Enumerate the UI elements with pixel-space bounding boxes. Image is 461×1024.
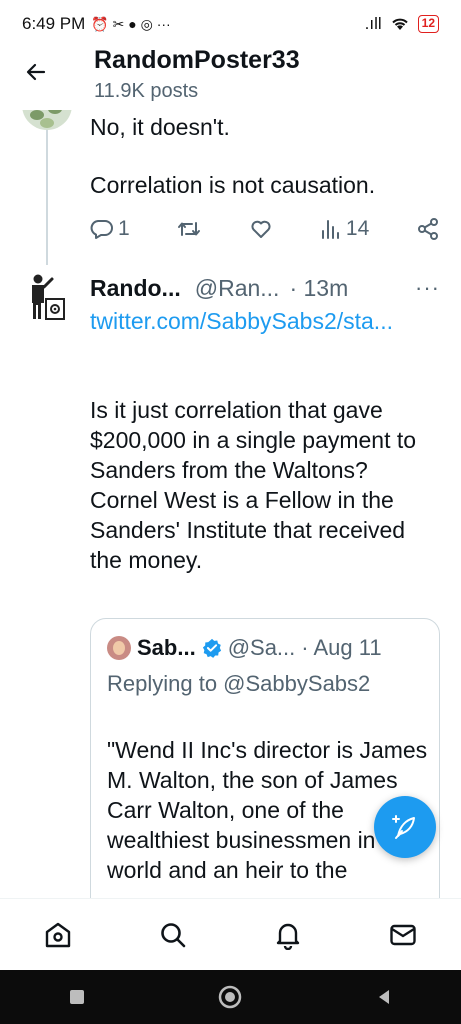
post-count: 11.9K posts bbox=[94, 80, 199, 102]
retweet-icon bbox=[178, 222, 201, 236]
quoted-tweet[interactable]: Sab... @Sa... · Aug 11 Replying to @Sabb… bbox=[90, 618, 440, 938]
reply-count: 1 bbox=[118, 217, 130, 240]
quoted-timestamp: · Aug 11 bbox=[301, 635, 382, 660]
replying-to: Replying to @SabbySabs2 bbox=[107, 671, 371, 696]
reply-icon bbox=[90, 220, 113, 239]
quoted-author-name: Sab... bbox=[137, 635, 196, 660]
retweet-button[interactable] bbox=[176, 217, 202, 241]
tweet-header: Rando... @Ran... · 13m ··· bbox=[90, 273, 440, 303]
compose-icon bbox=[392, 815, 415, 839]
profile-header: RandomPoster33 11.9K posts bbox=[0, 40, 461, 110]
circle-icon bbox=[219, 985, 242, 1009]
nav-search[interactable] bbox=[153, 915, 193, 955]
tweet-link[interactable]: twitter.com/SabbySabs2/sta... bbox=[90, 306, 440, 336]
signal-icon: .ıll bbox=[364, 14, 382, 33]
thread-connector bbox=[46, 110, 48, 265]
compose-button[interactable] bbox=[374, 796, 436, 858]
search-icon bbox=[161, 922, 186, 947]
views-icon bbox=[321, 220, 339, 239]
battery-indicator: 12 bbox=[417, 15, 439, 33]
previous-tweet-text[interactable]: No, it doesn't. Correlation is not causa… bbox=[90, 112, 440, 201]
views-count: 14 bbox=[345, 217, 370, 240]
tweet-text: Is it just correlation that gave $200,00… bbox=[90, 397, 417, 573]
status-left: 6:49 PM ⏰ ✂ ● ◎ ··· bbox=[22, 14, 171, 34]
status-time: 6:49 PM bbox=[22, 14, 86, 33]
home-icon bbox=[45, 922, 70, 947]
status-right: .ıll 12 bbox=[365, 14, 439, 34]
tweet-timestamp[interactable]: · 13m bbox=[289, 275, 348, 302]
nav-notifications[interactable] bbox=[268, 915, 308, 955]
home-system-button[interactable] bbox=[215, 982, 245, 1012]
verified-badge-icon bbox=[202, 638, 221, 658]
tweet-line: Correlation is not causation. bbox=[90, 172, 376, 198]
like-button[interactable] bbox=[249, 217, 273, 241]
page-title: RandomPoster33 bbox=[94, 46, 300, 74]
mail-icon bbox=[390, 924, 417, 945]
views-button[interactable]: 14 bbox=[320, 217, 369, 241]
share-button[interactable] bbox=[416, 217, 440, 241]
tweet-line: No, it doesn't. bbox=[90, 114, 230, 140]
reply-button[interactable]: 1 bbox=[90, 217, 130, 241]
recents-button[interactable] bbox=[62, 982, 92, 1012]
author-name[interactable]: Rando... bbox=[90, 275, 181, 302]
system-nav-bar bbox=[0, 970, 461, 1024]
more-options-button[interactable]: ··· bbox=[415, 275, 440, 301]
heart-icon bbox=[251, 220, 271, 238]
bell-icon bbox=[276, 923, 300, 950]
triangle-back-icon bbox=[379, 990, 390, 1004]
avatar[interactable] bbox=[26, 273, 68, 323]
notification-icons: ⏰ ✂ ● ◎ ··· bbox=[91, 15, 171, 32]
arrow-left-icon bbox=[26, 63, 46, 81]
square-icon bbox=[69, 990, 84, 1004]
person-with-safe-icon bbox=[32, 274, 65, 320]
author-handle[interactable]: @Ran... bbox=[195, 275, 280, 302]
avatar bbox=[107, 636, 131, 660]
wifi-icon bbox=[391, 18, 408, 30]
share-icon bbox=[417, 218, 438, 240]
nav-messages[interactable] bbox=[383, 915, 423, 955]
quoted-tweet-header: Sab... @Sa... · Aug 11 bbox=[107, 633, 437, 663]
back-system-button[interactable] bbox=[369, 982, 399, 1012]
back-button[interactable] bbox=[22, 58, 50, 86]
quoted-author-handle: @Sa... bbox=[227, 635, 296, 660]
tweet-actions: 1 14 bbox=[90, 214, 440, 244]
nav-home[interactable] bbox=[38, 915, 78, 955]
bottom-nav bbox=[0, 898, 461, 970]
